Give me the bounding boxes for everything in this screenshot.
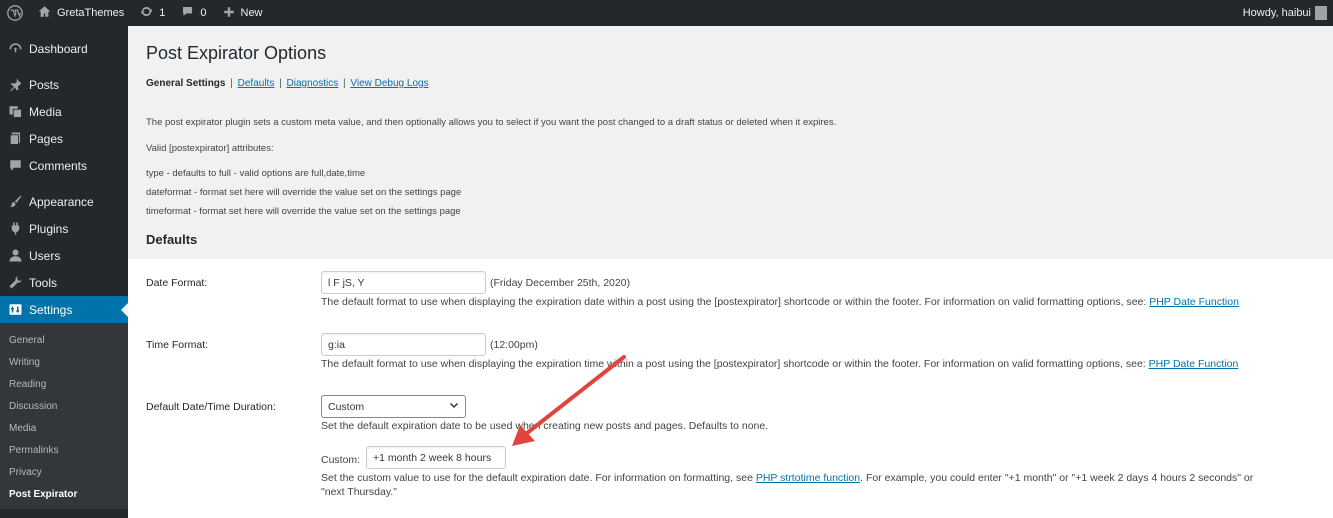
submenu-item-general[interactable]: General — [0, 329, 128, 351]
dashboard-icon — [7, 41, 23, 57]
comment-bubble-icon — [181, 5, 194, 21]
submenu-item-discussion[interactable]: Discussion — [0, 395, 128, 417]
time-format-description-text: The default format to use when displayin… — [321, 358, 1146, 370]
new-content-link[interactable]: New — [215, 0, 271, 26]
plugin-icon — [7, 221, 23, 237]
attributes-heading: Valid [postexpirator] attributes: — [146, 143, 274, 154]
custom-description-text-after: . For example, you could enter "+1 month… — [860, 472, 1254, 484]
subnav-debug-logs-link[interactable]: View Debug Logs — [350, 78, 428, 89]
date-format-sample: (Friday December 25th, 2020) — [490, 277, 631, 289]
wordpress-logo-icon[interactable] — [0, 0, 30, 26]
attribute-line: dateformat - format set here will overri… — [146, 187, 462, 198]
sidebar-item-settings[interactable]: Settings — [0, 296, 128, 323]
subnav-separator: | — [279, 78, 282, 89]
sidebar-item-label: Media — [29, 104, 62, 119]
sidebar-item-pages[interactable]: Pages — [0, 125, 128, 152]
custom-description-text: Set the custom value to use for the defa… — [321, 472, 753, 484]
sidebar-item-dashboard[interactable]: Dashboard — [0, 35, 128, 62]
updates-icon — [140, 5, 153, 21]
chevron-down-icon — [449, 400, 459, 413]
subnav-separator: | — [230, 78, 233, 89]
site-name-link[interactable]: GretaThemes — [30, 0, 132, 26]
time-format-description: The default format to use when displayin… — [321, 358, 1238, 370]
sidebar-item-appearance[interactable]: Appearance — [0, 188, 128, 215]
subnav-separator: | — [342, 78, 346, 89]
pages-icon — [7, 131, 23, 147]
date-format-input[interactable]: l F jS, Y — [321, 271, 486, 294]
sidebar-item-label: Settings — [29, 302, 73, 317]
howdy-text: Howdy, haibui — [1242, 7, 1311, 19]
sidebar-item-label: Comments — [29, 158, 88, 173]
date-format-description: The default format to use when displayin… — [321, 296, 1239, 308]
subnav-general-settings[interactable]: General Settings — [146, 78, 225, 89]
pin-icon — [7, 77, 23, 93]
duration-select-value: Custom — [328, 400, 365, 413]
duration-description: Set the default expiration date to be us… — [321, 420, 769, 432]
sidebar-item-label: Plugins — [29, 221, 69, 236]
comments-count: 0 — [200, 7, 207, 19]
avatar — [1315, 6, 1327, 20]
php-date-function-link[interactable]: PHP Date Function — [1149, 296, 1239, 308]
time-format-sample: (12:00pm) — [490, 339, 538, 351]
submenu-item-permalinks[interactable]: Permalinks — [0, 439, 128, 461]
page-title: Post Expirator Options — [146, 43, 327, 63]
duration-label: Default Date/Time Duration: — [146, 401, 276, 413]
defaults-heading: Defaults — [146, 232, 198, 247]
attribute-line: type - defaults to full - valid options … — [146, 168, 366, 179]
sidebar-item-tools[interactable]: Tools — [0, 269, 128, 296]
custom-duration-input[interactable]: +1 month 2 week 8 hours — [366, 446, 506, 469]
my-account-link[interactable]: Howdy, haibui — [1235, 0, 1333, 26]
custom-duration-description: Set the custom value to use for the defa… — [321, 472, 1253, 484]
submenu-item-reading[interactable]: Reading — [0, 373, 128, 395]
submenu-item-privacy[interactable]: Privacy — [0, 461, 128, 483]
subnav-defaults-link[interactable]: Defaults — [238, 78, 275, 89]
main-content: Post Expirator Options General Settings … — [128, 26, 1333, 518]
date-format-label: Date Format: — [146, 277, 208, 289]
custom-description-line2: "next Thursday." — [321, 486, 397, 498]
sidebar-item-plugins[interactable]: Plugins — [0, 215, 128, 242]
users-icon — [7, 248, 23, 264]
updates-count: 1 — [159, 7, 166, 19]
comment-icon — [7, 158, 23, 174]
wrench-icon — [7, 275, 23, 291]
sidebar-item-label: Posts — [29, 77, 60, 92]
settings-subnav: General Settings | Defaults | Diagnostic… — [146, 78, 429, 89]
sidebar-item-label: Tools — [29, 275, 58, 290]
sidebar-item-media[interactable]: Media — [0, 98, 128, 125]
duration-select[interactable]: Custom — [321, 395, 466, 418]
admin-bar: GretaThemes 1 0 New Howdy, haibui — [0, 0, 1333, 26]
sidebar-item-users[interactable]: Users — [0, 242, 128, 269]
comments-link[interactable]: 0 — [173, 0, 214, 26]
site-name: GretaThemes — [57, 7, 125, 19]
sidebar-item-comments[interactable]: Comments — [0, 152, 128, 179]
sidebar-item-label: Dashboard — [29, 41, 88, 56]
php-date-function-link[interactable]: PHP Date Function — [1149, 358, 1239, 370]
admin-sidebar: Dashboard Posts Media Pages Comments App… — [0, 26, 128, 518]
sidebar-item-label: Users — [29, 248, 61, 263]
paintbrush-icon — [7, 194, 23, 210]
date-format-description-text: The default format to use when displayin… — [321, 296, 1147, 308]
submenu-item-writing[interactable]: Writing — [0, 351, 128, 373]
home-icon — [38, 5, 51, 21]
sidebar-item-posts[interactable]: Posts — [0, 71, 128, 98]
plus-icon — [223, 6, 235, 21]
time-format-input[interactable]: g:ia — [321, 333, 486, 356]
settings-icon — [7, 302, 23, 318]
updates-link[interactable]: 1 — [132, 0, 173, 26]
subnav-diagnostics-link[interactable]: Diagnostics — [287, 78, 339, 89]
attribute-line: timeformat - format set here will overri… — [146, 206, 461, 217]
media-icon — [7, 104, 23, 120]
settings-submenu: General Writing Reading Discussion Media… — [0, 323, 128, 509]
sidebar-item-label: Pages — [29, 131, 64, 146]
time-format-label: Time Format: — [146, 339, 209, 351]
custom-duration-label: Custom: — [321, 454, 361, 466]
new-label: New — [240, 7, 263, 19]
submenu-item-post-expirator[interactable]: Post Expirator — [0, 483, 128, 505]
sidebar-item-label: Appearance — [29, 194, 94, 209]
submenu-item-media[interactable]: Media — [0, 417, 128, 439]
php-strtotime-link[interactable]: PHP strtotime function — [756, 472, 860, 484]
intro-text: The post expirator plugin sets a custom … — [146, 117, 837, 128]
